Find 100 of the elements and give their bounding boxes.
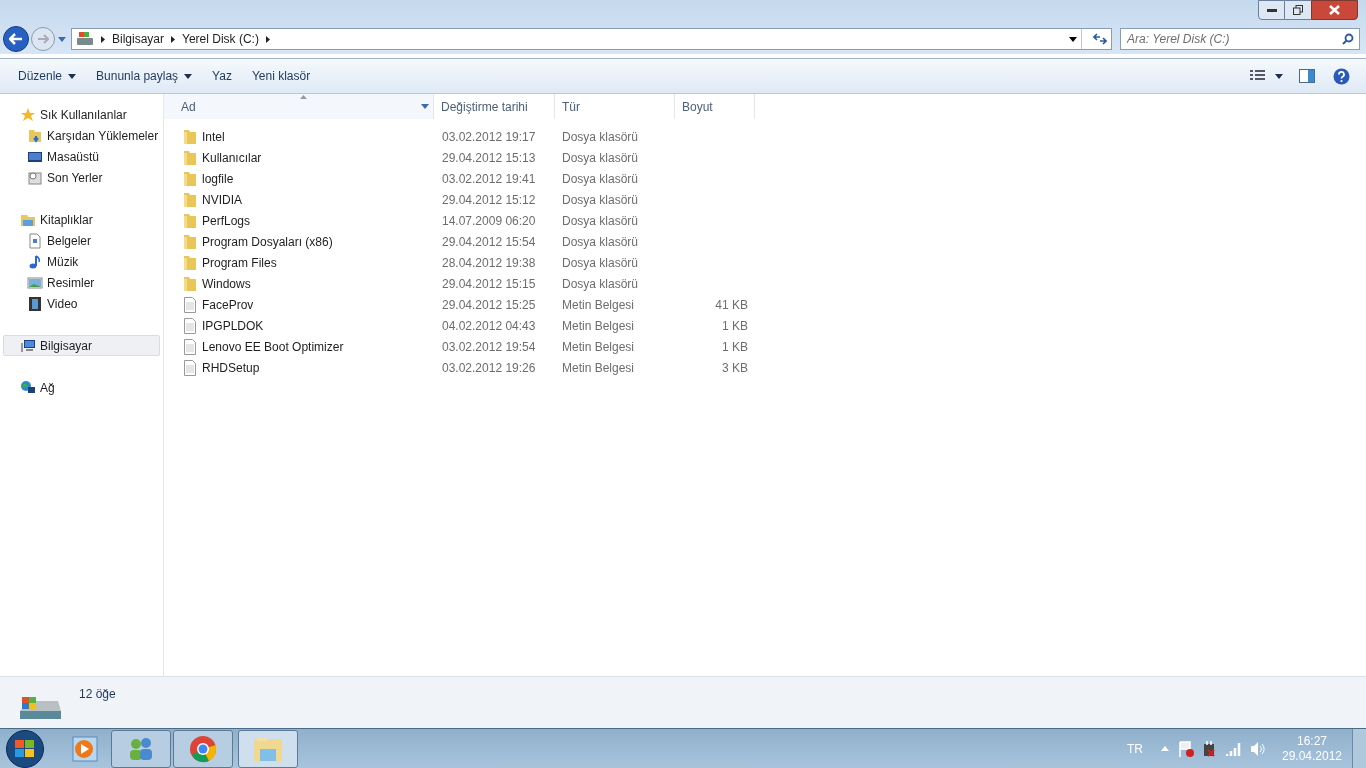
toolbar-button[interactable]: Düzenle [8,63,87,89]
computer-icon [20,337,36,354]
type-cell: Metin Belgesi [562,339,635,354]
media-player-icon [72,735,100,762]
sidebar-item[interactable]: Video [3,293,160,314]
search-icon [1342,33,1354,45]
show-desktop-button[interactable] [1352,728,1366,768]
windows-logo-icon [14,738,36,759]
taskbar-button[interactable] [111,729,171,768]
address-bar[interactable]: Bilgisayar Yerel Disk (C:) [71,28,1112,50]
sidebar-item[interactable]: Sık Kullanılanlar [3,104,160,125]
back-button[interactable] [3,26,29,52]
toolbar-button[interactable]: Bununla paylaş [86,63,203,89]
folder-icon [183,170,197,187]
breadcrumb[interactable]: Yerel Disk (C:) [182,30,259,48]
caret-icon [1068,36,1077,42]
date-cell: 28.04.2012 19:38 [442,255,536,270]
column-header[interactable]: Ad [164,94,434,119]
document-icon [27,232,43,249]
type-cell: Dosya klasörü [562,276,639,291]
caret-icon [1275,73,1283,79]
file-name: logfile [202,170,234,188]
folder-icon [183,149,197,166]
type-cell: Metin Belgesi [562,318,635,333]
caret-icon [184,73,193,79]
file-name: IPGPLDOK [202,317,264,335]
size-cell: 41 KB [715,297,748,312]
date-cell: 03.02.2012 19:17 [442,129,536,144]
sidebar-item[interactable]: Müzik [3,251,160,272]
file-icon [183,296,197,313]
type-cell: Dosya klasörü [562,255,639,270]
file-row[interactable]: Windows 29.04.2012 15:15 Dosya klasörü [164,273,1366,294]
toolbar-button[interactable]: Yeni klasör [241,63,321,89]
restore-icon [1293,5,1303,15]
file-row[interactable]: Intel 03.02.2012 19:17 Dosya klasörü [164,126,1366,147]
sidebar-item[interactable]: Resimler [3,272,160,293]
folder-icon [183,254,197,271]
date-cell: 14.07.2009 06:20 [442,213,536,228]
toolbar-button[interactable]: Yaz [202,63,242,89]
size-cell: 1 KB [722,339,748,354]
restore-button[interactable] [1285,0,1311,20]
file-name: Program Dosyaları (x86) [202,233,333,251]
minimize-icon [1266,8,1277,12]
file-row[interactable]: Program Dosyaları (x86) 29.04.2012 15:54 Dosya klasörü [164,231,1366,252]
sidebar-item[interactable]: Bilgisayar [3,335,160,356]
folder-icon [183,275,197,292]
breadcrumb[interactable]: Bilgisayar [112,30,165,48]
date-cell: 03.02.2012 19:41 [442,171,536,186]
file-row[interactable]: PerfLogs 14.07.2009 06:20 Dosya klasörü [164,210,1366,231]
date-cell: 04.02.2012 04:43 [442,318,536,333]
column-header[interactable]: Değiştirme tarihi [434,94,555,119]
taskbar-button[interactable] [238,729,298,768]
column-header[interactable]: Tür [555,94,675,119]
type-cell: Dosya klasörü [562,150,639,165]
file-row[interactable]: Program Files 28.04.2012 19:38 Dosya klasörü [164,252,1366,273]
caret-icon [58,36,66,42]
file-row[interactable]: logfile 03.02.2012 19:41 Dosya klasörü [164,168,1366,189]
size-cell: 3 KB [722,360,748,375]
arrow-right-icon [37,34,49,44]
type-cell: Dosya klasörü [562,171,639,186]
picture-icon [27,274,43,291]
type-cell: Metin Belgesi [562,297,635,312]
file-name: Program Files [202,254,277,272]
date-cell: 29.04.2012 15:15 [442,276,536,291]
sidebar-item[interactable]: Ağ [3,377,160,398]
date-cell: 03.02.2012 19:54 [442,339,536,354]
close-button[interactable] [1311,0,1358,20]
chevron-icon [265,35,270,43]
start-button[interactable] [6,729,44,768]
file-name: PerfLogs [202,212,251,230]
file-row[interactable]: RHDSetup 03.02.2012 19:26 Metin Belgesi 3 KB [164,357,1366,378]
file-row[interactable]: NVIDIA 29.04.2012 15:12 Dosya klasörü [164,189,1366,210]
folder-icon [183,128,197,145]
folder-icon [27,127,43,144]
minimize-button[interactable] [1258,0,1285,20]
file-row[interactable]: Kullanıcılar 29.04.2012 15:13 Dosya klasörü [164,147,1366,168]
file-name: Windows [202,275,251,293]
date-cell: 29.04.2012 15:25 [442,297,536,312]
sidebar-item[interactable]: Son Yerler [3,167,160,188]
search-field[interactable]: Ara: Yerel Disk (C:) [1120,28,1360,50]
file-row[interactable]: FaceProv 29.04.2012 15:25 Metin Belgesi 41 KB [164,294,1366,315]
sidebar-item[interactable]: Belgeler [3,230,160,251]
file-icon [183,317,197,334]
file-name: Lenovo EE Boot Optimizer [202,338,344,356]
column-header[interactable]: Boyut [675,94,755,119]
date-cell: 03.02.2012 19:26 [442,360,536,375]
sidebar-item[interactable]: Karşıdan Yüklemeler [3,125,160,146]
file-row[interactable]: IPGPLDOK 04.02.2012 04:43 Metin Belgesi 1 KB [164,315,1366,336]
date-cell: 29.04.2012 15:54 [442,234,536,249]
flag-icon[interactable] [1178,740,1194,757]
taskbar-button[interactable] [173,729,233,768]
sidebar-item[interactable]: Kitaplıklar [3,209,160,230]
sidebar-item[interactable]: Masaüstü [3,146,160,167]
clock-icon [27,169,43,186]
file-row[interactable]: Lenovo EE Boot Optimizer 03.02.2012 19:54 Metin Belgesi 1 KB [164,336,1366,357]
folder-icon [183,212,197,229]
power-plug-icon[interactable] [1202,740,1218,757]
file-icon [183,338,197,355]
type-cell: Dosya klasörü [562,192,639,207]
list-view-icon [1250,70,1265,82]
